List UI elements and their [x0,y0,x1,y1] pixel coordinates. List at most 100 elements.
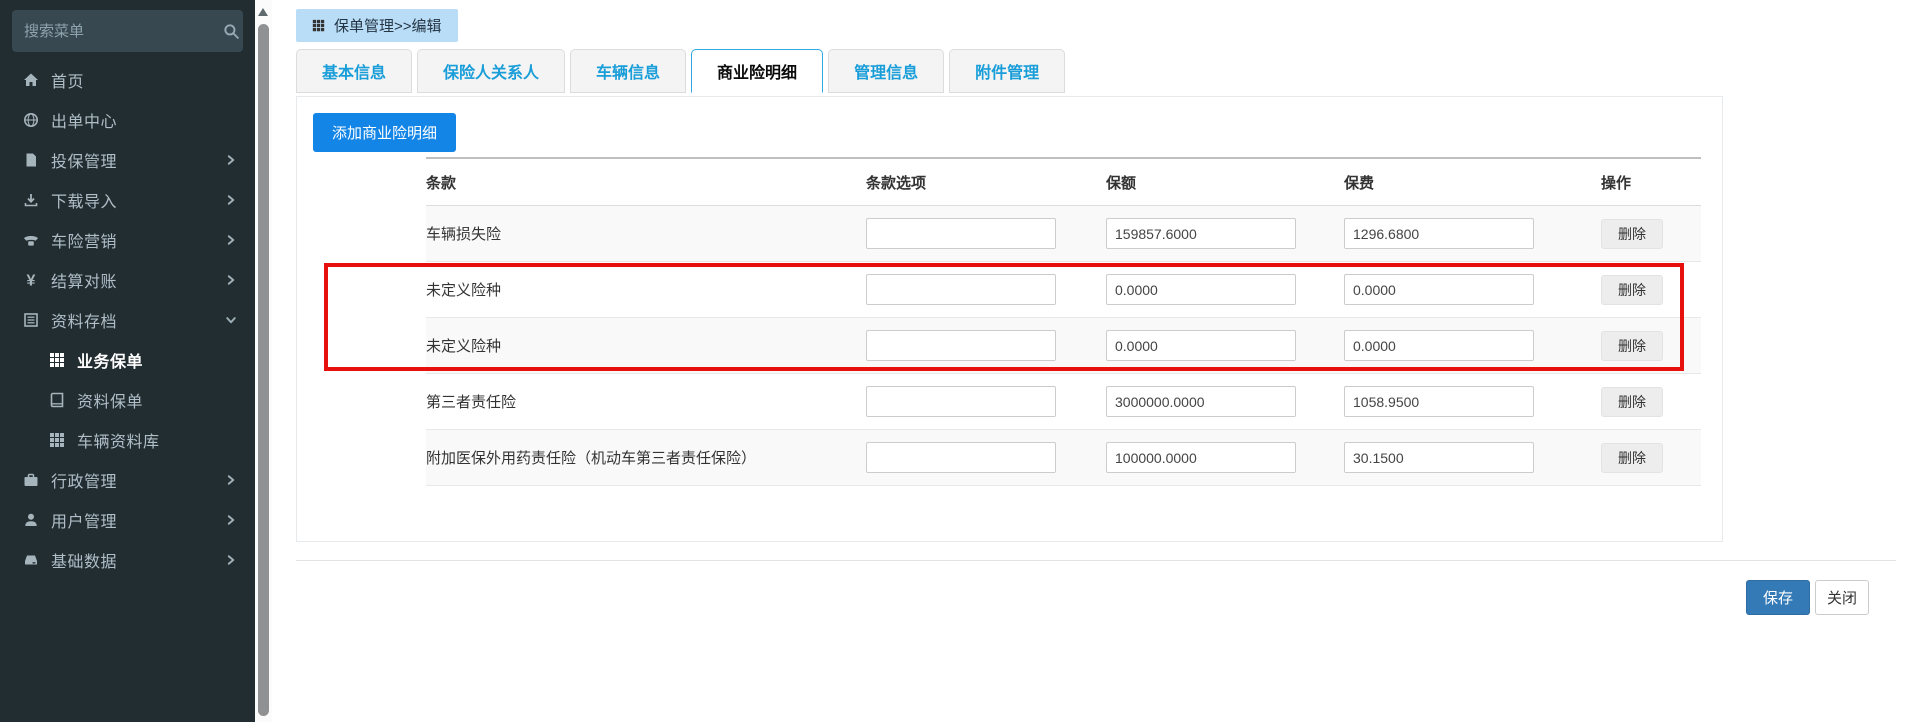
tab-attachment[interactable]: 附件管理 [949,49,1066,93]
tab-label: 管理信息 [854,65,919,82]
delete-button[interactable]: 删除 [1601,330,1663,361]
sidebar-item-vehicle-database[interactable]: 车辆资料库 [0,420,255,460]
clause-option-input[interactable] [866,274,1056,305]
detail-table: 条款条款选项保额保费操作 车辆损失险 删除 未定义险种 删除 未定义险种 删除 … [426,157,1701,486]
globe-icon [22,112,40,128]
sidebar-item-label: 车险营销 [51,234,118,251]
add-commercial-detail-button[interactable]: 添加商业险明细 [313,113,457,152]
clause-label: 未定义险种 [426,338,502,355]
clause-cell: 附加医保外用药责任险（机动车第三者责任保险） [426,430,866,486]
clause-option-input[interactable] [866,442,1056,473]
insured-amount-input[interactable] [1106,442,1296,473]
scrollbar-thumb[interactable] [258,24,269,716]
table-header-row: 条款 条款选项 保额 保费 操作 [426,158,1701,206]
table-row: 附加医保外用药责任险（机动车第三者责任保险） 删除 [426,429,1701,486]
clause-cell: 未定义险种 [426,262,866,318]
premium-input[interactable] [1344,218,1534,249]
grid-icon [48,432,66,448]
chevron-right-icon [225,554,237,566]
table-header-cell: 条款 [426,158,866,206]
clause-label: 第三者责任险 [426,394,517,411]
tab-label: 保险人关系人 [443,65,540,82]
sidebar-item-admin-management[interactable]: 行政管理 [0,460,255,500]
tab-commercial-detail[interactable]: 商业险明细 [691,49,824,93]
tab-basic-info[interactable]: 基本信息 [296,49,413,93]
sidebar-item-base-data[interactable]: 基础数据 [0,540,255,580]
sidebar-item-label: 资料保单 [77,394,144,411]
tab-label: 车辆信息 [596,65,661,82]
sidebar-search [12,10,243,52]
premium-input[interactable] [1344,330,1534,361]
insured-amount-input[interactable] [1106,274,1296,305]
chevron-right-icon [225,154,237,166]
sidebar-item-label: 行政管理 [51,474,118,491]
chevron-down-icon [225,314,237,326]
sidebar-item-business-policy[interactable]: 业务保单 [0,340,255,380]
delete-button[interactable]: 删除 [1601,218,1663,249]
insured-amount-input[interactable] [1106,386,1296,417]
sidebar-item-label: 业务保单 [77,354,144,371]
clause-option-input[interactable] [866,330,1056,361]
tab-vehicle-info[interactable]: 车辆信息 [570,49,687,93]
chevron-right-icon [225,474,237,486]
sidebar-item-download-import[interactable]: 下载导入 [0,180,255,220]
phone-icon [22,232,40,248]
chevron-right-icon [225,274,237,286]
breadcrumb[interactable]: 保单管理>>编辑 [296,9,458,42]
main-content: 保单管理>>编辑 基本信息 保险人关系人 车辆信息 商业险明细 管理信息 附件管… [272,0,1917,722]
sidebar-item-vehicle-marketing[interactable]: 车险营销 [0,220,255,260]
premium-input[interactable] [1344,442,1534,473]
search-icon[interactable] [223,23,240,40]
home-icon [22,72,40,88]
search-input[interactable] [24,22,223,40]
close-button[interactable]: 关闭 [1815,580,1869,615]
chevron-right-icon [225,234,237,246]
sidebar-item-home[interactable]: 首页 [0,60,255,100]
briefcase-icon [22,472,40,488]
user-icon [22,512,40,528]
sidebar-item-label: 投保管理 [51,154,118,171]
content-panel: 添加商业险明细 条款条款选项保额保费操作 车辆损失险 删除 未定义险种 删除 未… [296,96,1723,542]
table-header-cell: 操作 [1601,158,1701,206]
sidebar-item-data-policy[interactable]: 资料保单 [0,380,255,420]
book-icon [48,392,66,408]
insured-amount-input[interactable] [1106,218,1296,249]
sidebar-item-label: 车辆资料库 [77,434,160,451]
scrollbar-up-arrow-icon[interactable] [258,8,268,16]
delete-button[interactable]: 删除 [1601,442,1663,473]
yen-icon [22,272,40,288]
clause-label: 附加医保外用药责任险（机动车第三者责任保险） [426,450,757,467]
sidebar-item-insure-management[interactable]: 投保管理 [0,140,255,180]
clause-option-input[interactable] [866,218,1056,249]
tab-management-info[interactable]: 管理信息 [828,49,945,93]
tab-insured-parties[interactable]: 保险人关系人 [417,49,566,93]
insured-amount-input[interactable] [1106,330,1296,361]
vertical-scrollbar[interactable] [255,0,272,722]
hdd-icon [22,552,40,568]
table-header-cell: 保费 [1344,158,1601,206]
sidebar-item-settlement[interactable]: 结算对账 [0,260,255,300]
delete-button[interactable]: 删除 [1601,386,1663,417]
sidebar-item-label: 出单中心 [51,114,118,131]
tab-label: 附件管理 [975,65,1040,82]
grid-icon [312,19,325,32]
footer-divider [296,560,1896,561]
table-body: 车辆损失险 删除 未定义险种 删除 未定义险种 删除 第三者责任险 删除 附加医… [426,205,1701,486]
sidebar-item-issue-center[interactable]: 出单中心 [0,100,255,140]
tab-label: 商业险明细 [717,65,798,82]
premium-input[interactable] [1344,274,1534,305]
save-button[interactable]: 保存 [1746,580,1810,615]
archive-icon [22,312,40,328]
clause-cell: 未定义险种 [426,318,866,374]
sidebar-item-archive[interactable]: 资料存档 [0,300,255,340]
grid-icon [48,352,66,368]
sidebar-item-label: 下载导入 [51,194,118,211]
app-window: 首页 出单中心 投保管理 下载导入 车险营销 结算对账 资料存档 业务保单 资料… [0,0,1917,722]
clause-option-input[interactable] [866,386,1056,417]
table-row: 第三者责任险 删除 [426,374,1701,430]
delete-button[interactable]: 删除 [1601,274,1663,305]
sidebar: 首页 出单中心 投保管理 下载导入 车险营销 结算对账 资料存档 业务保单 资料… [0,0,255,722]
sidebar-item-label: 资料存档 [51,314,118,331]
sidebar-item-user-management[interactable]: 用户管理 [0,500,255,540]
premium-input[interactable] [1344,386,1534,417]
